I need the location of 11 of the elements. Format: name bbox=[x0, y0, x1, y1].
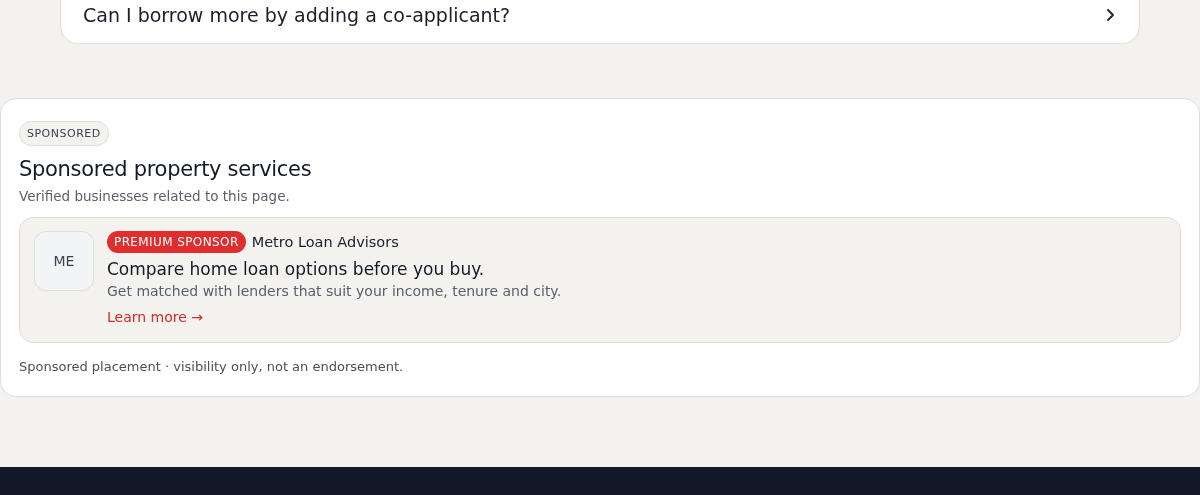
ad-headline: Compare home loan options before you buy. bbox=[107, 259, 486, 279]
sponsored-tag: SPONSORED bbox=[19, 121, 109, 146]
premium-badge: PREMIUM SPONSOR bbox=[107, 231, 246, 253]
ad-description: Get matched with lenders that suit your income, tenure and city. bbox=[107, 283, 562, 299]
advertiser-name: Metro Loan Advisors bbox=[251, 234, 399, 250]
section-title: Sponsored property services bbox=[19, 157, 313, 181]
disclaimer: Sponsored placement · visibility only, not an endorsement. bbox=[19, 359, 405, 374]
learn-more-link[interactable]: Learn more → bbox=[107, 309, 204, 325]
section-subtitle: Verified businesses related to this page. bbox=[19, 188, 291, 204]
faq-item[interactable]: Can I borrow more by adding a co-applicant? bbox=[60, 0, 1140, 44]
advertiser-logo: ME bbox=[34, 231, 94, 291]
